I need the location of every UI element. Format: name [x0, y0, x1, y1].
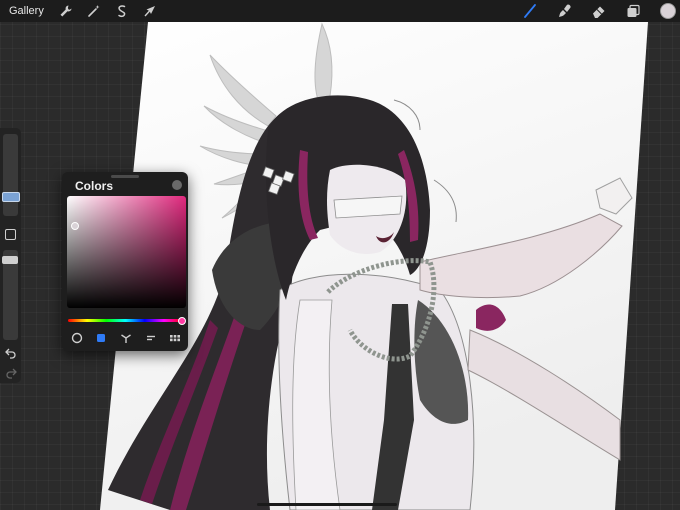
colors-title: Colors	[75, 179, 114, 193]
home-indicator	[257, 503, 397, 506]
classic-icon[interactable]	[94, 331, 108, 345]
undo-icon[interactable]	[3, 346, 19, 360]
eraser-icon[interactable]	[589, 0, 609, 22]
magic-wand-icon[interactable]	[86, 3, 102, 19]
selection-icon[interactable]	[114, 3, 130, 19]
hue-slider[interactable]	[68, 317, 186, 325]
color-picker-handle[interactable]	[71, 222, 79, 230]
brush-size-thumb[interactable]	[2, 192, 20, 202]
brush-icon[interactable]	[520, 0, 540, 22]
disc-icon[interactable]	[70, 331, 84, 345]
color-picker-square[interactable]	[67, 196, 186, 308]
panel-grabber[interactable]	[111, 175, 139, 178]
layers-icon[interactable]	[623, 0, 643, 22]
close-icon[interactable]	[172, 180, 182, 190]
wrench-icon[interactable]	[58, 3, 74, 19]
opacity-slider[interactable]	[2, 250, 18, 340]
left-sidebar	[0, 128, 21, 383]
colors-panel: Colors	[62, 172, 188, 351]
top-toolbar: Gallery	[0, 0, 680, 22]
value-icon[interactable]	[144, 331, 158, 345]
color-swatch[interactable]	[658, 0, 678, 22]
hue-slider-handle[interactable]	[178, 317, 186, 325]
brush-size-slider[interactable]	[2, 134, 20, 216]
palettes-icon[interactable]	[168, 331, 182, 345]
modify-button[interactable]	[5, 229, 16, 240]
opacity-thumb[interactable]	[2, 256, 18, 264]
smudge-icon[interactable]	[555, 0, 575, 22]
harmony-icon[interactable]	[119, 331, 133, 345]
transform-arrow-icon[interactable]	[142, 3, 158, 19]
redo-icon[interactable]	[3, 366, 19, 380]
gallery-button[interactable]: Gallery	[9, 5, 44, 17]
